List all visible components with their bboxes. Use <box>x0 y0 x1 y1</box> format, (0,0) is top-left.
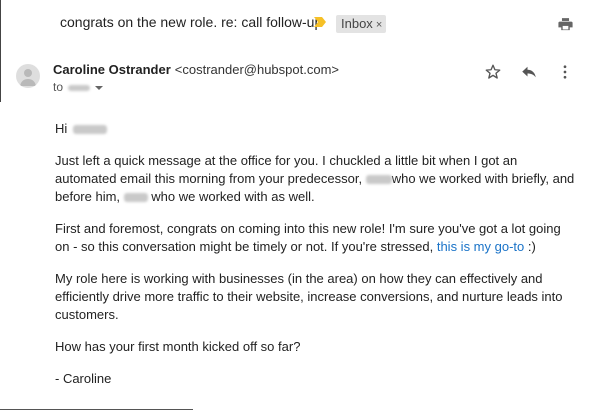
chevron-down-icon[interactable] <box>94 85 103 91</box>
bottom-border-line <box>0 409 193 410</box>
more-icon[interactable] <box>556 63 574 81</box>
recipient-line[interactable]: to <box>53 80 103 94</box>
paragraph-2: First and foremost, congrats on coming i… <box>55 220 575 256</box>
paragraph-1-text-c: who we worked with as well. <box>151 189 315 204</box>
star-icon[interactable] <box>484 63 502 81</box>
thread-subject: congrats on the new role. re: call follo… <box>60 14 323 30</box>
redacted-name <box>365 175 392 185</box>
greeting-text: Hi <box>55 121 68 136</box>
paragraph-3: My role here is working with businesses … <box>55 271 563 322</box>
message-body: Hi Just left a quick message at the offi… <box>55 120 575 402</box>
importance-marker-icon[interactable] <box>313 15 327 29</box>
remove-label-icon[interactable]: × <box>376 19 382 31</box>
label-chip-inbox: Inbox × <box>336 15 387 33</box>
signoff: - Caroline <box>55 371 112 386</box>
paragraph-1: Just left a quick message at the office … <box>55 152 575 206</box>
print-icon[interactable] <box>557 16 574 33</box>
redacted-recipient <box>68 84 91 91</box>
paragraph-4: How has your first month kicked off so f… <box>55 339 301 354</box>
left-border-line <box>0 0 1 102</box>
default-avatar-icon <box>20 69 36 86</box>
paragraph-2-text-b: :) <box>527 239 536 254</box>
reply-icon[interactable] <box>520 63 538 81</box>
sender-email: <costrander@hubspot.com> <box>174 62 339 77</box>
greeting-paragraph: Hi <box>55 120 575 138</box>
sender-avatar[interactable] <box>16 64 40 88</box>
label-chip-text: Inbox <box>341 16 373 31</box>
to-label: to <box>53 80 64 94</box>
sender-name[interactable]: Caroline Ostrander <box>53 62 171 77</box>
redacted-name <box>123 193 148 203</box>
go-to-link[interactable]: this is my go-to <box>437 239 524 254</box>
sender-line: Caroline Ostrander <costrander@hubspot.co… <box>53 62 339 77</box>
redacted-name <box>72 125 107 135</box>
